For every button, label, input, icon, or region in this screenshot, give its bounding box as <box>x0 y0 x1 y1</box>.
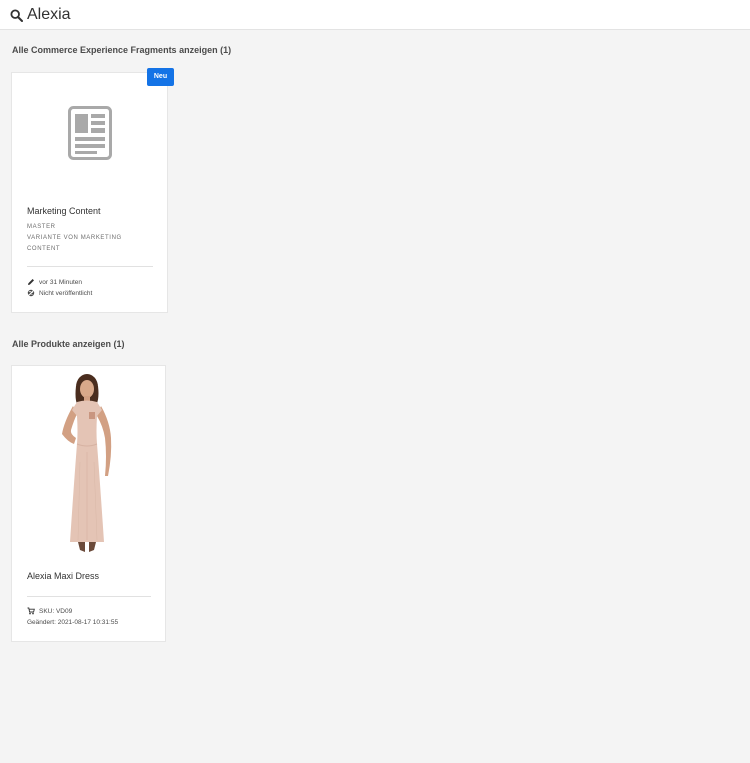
card-divider <box>27 596 151 597</box>
card-divider <box>27 266 153 267</box>
product-sku-row: SKU: VD09 <box>27 607 72 615</box>
fragment-master-label: MASTER <box>27 224 56 230</box>
product-changed-row: Geändert: 2021-08-17 10:31:55 <box>27 619 118 626</box>
fragment-modified-text: vor 31 Minuten <box>39 278 82 286</box>
fragment-status-text: Nicht veröffentlicht <box>39 289 93 297</box>
search-icon[interactable] <box>10 9 23 22</box>
product-changed-text: Geändert: 2021-08-17 10:31:55 <box>27 619 119 626</box>
new-badge: Neu <box>147 68 174 86</box>
search-bar <box>0 0 750 30</box>
document-layout-icon <box>68 106 112 160</box>
experience-fragment-card[interactable]: Marketing Content MASTER VARIANTE VON MA… <box>11 72 168 313</box>
pencil-icon <box>28 279 34 285</box>
search-input[interactable] <box>27 4 727 26</box>
fragment-status-row: Nicht veröffentlicht <box>27 289 92 297</box>
products-section-heading[interactable]: Alle Produkte anzeigen (1) <box>12 339 125 349</box>
product-title: Alexia Maxi Dress <box>27 571 100 581</box>
fragment-modified-row: vor 31 Minuten <box>27 278 82 286</box>
fragments-section-heading[interactable]: Alle Commerce Experience Fragments anzei… <box>12 45 231 55</box>
product-image <box>62 374 112 552</box>
product-sku-text: SKU: VD09 <box>39 607 73 615</box>
product-card[interactable]: Alexia Maxi Dress SKU: VD09 Geändert: 20… <box>11 365 166 642</box>
globe-off-icon <box>27 289 35 297</box>
fragment-variant-label: VARIANTE VON MARKETING CONTENT <box>27 235 122 252</box>
fragment-title: Marketing Content <box>27 206 101 216</box>
cart-icon <box>27 607 35 615</box>
